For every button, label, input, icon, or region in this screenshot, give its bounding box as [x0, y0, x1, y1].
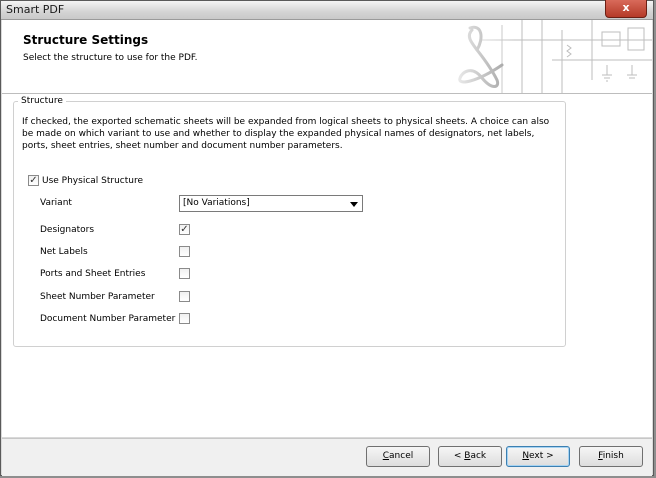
ports-and-sheet-entries-checkbox[interactable]	[179, 268, 190, 279]
document-number-parameter-checkbox[interactable]	[179, 313, 190, 324]
sheet-number-parameter-checkbox[interactable]	[179, 291, 190, 302]
use-physical-structure-checkbox[interactable]: ✓	[28, 175, 39, 186]
page-title: Structure Settings	[23, 33, 149, 47]
structure-description: If checked, the exported schematic sheet…	[22, 117, 550, 151]
window-title: Smart PDF	[6, 3, 65, 16]
ports-and-sheet-entries-label: Ports and Sheet Entries	[40, 269, 146, 279]
wizard-footer: Cancel < Back Next > Finish	[2, 438, 652, 476]
net-labels-label: Net Labels	[40, 247, 88, 257]
title-bar[interactable]: Smart PDF x	[1, 0, 653, 20]
net-labels-checkbox[interactable]	[179, 246, 190, 257]
finish-button[interactable]: Finish	[579, 446, 643, 467]
variant-select-value: [No Variations]	[183, 198, 250, 208]
wizard-content: Structure If checked, the exported schem…	[2, 94, 652, 437]
next-button[interactable]: Next >	[506, 446, 570, 467]
wizard-header: Structure Settings Select the structure …	[2, 20, 652, 94]
cancel-button[interactable]: Cancel	[366, 446, 430, 467]
structure-group-legend: Structure	[18, 96, 66, 106]
document-number-parameter-label: Document Number Parameter	[40, 314, 176, 324]
cancel-rest: ancel	[389, 451, 414, 461]
variant-label: Variant	[40, 198, 72, 208]
back-pre: <	[453, 451, 465, 461]
structure-group: Structure If checked, the exported schem…	[13, 96, 566, 347]
finish-rest: inish	[602, 451, 624, 461]
designators-checkbox[interactable]: ✓	[179, 224, 190, 235]
chevron-down-icon[interactable]	[350, 202, 358, 207]
back-rest: ack	[470, 451, 487, 461]
close-button[interactable]: x	[605, 0, 647, 18]
page-subtitle: Select the structure to use for the PDF.	[23, 53, 198, 63]
sheet-number-parameter-label: Sheet Number Parameter	[40, 292, 155, 302]
designators-label: Designators	[40, 225, 95, 235]
use-physical-structure-label[interactable]: Use Physical Structure	[42, 176, 143, 186]
back-button[interactable]: < Back	[438, 446, 502, 467]
next-rest: ext >	[529, 451, 554, 461]
pdf-schematic-banner-icon	[442, 20, 652, 93]
variant-select[interactable]: [No Variations]	[179, 195, 363, 212]
smart-pdf-window: Smart PDF x Structure Settings Select th…	[0, 0, 654, 476]
